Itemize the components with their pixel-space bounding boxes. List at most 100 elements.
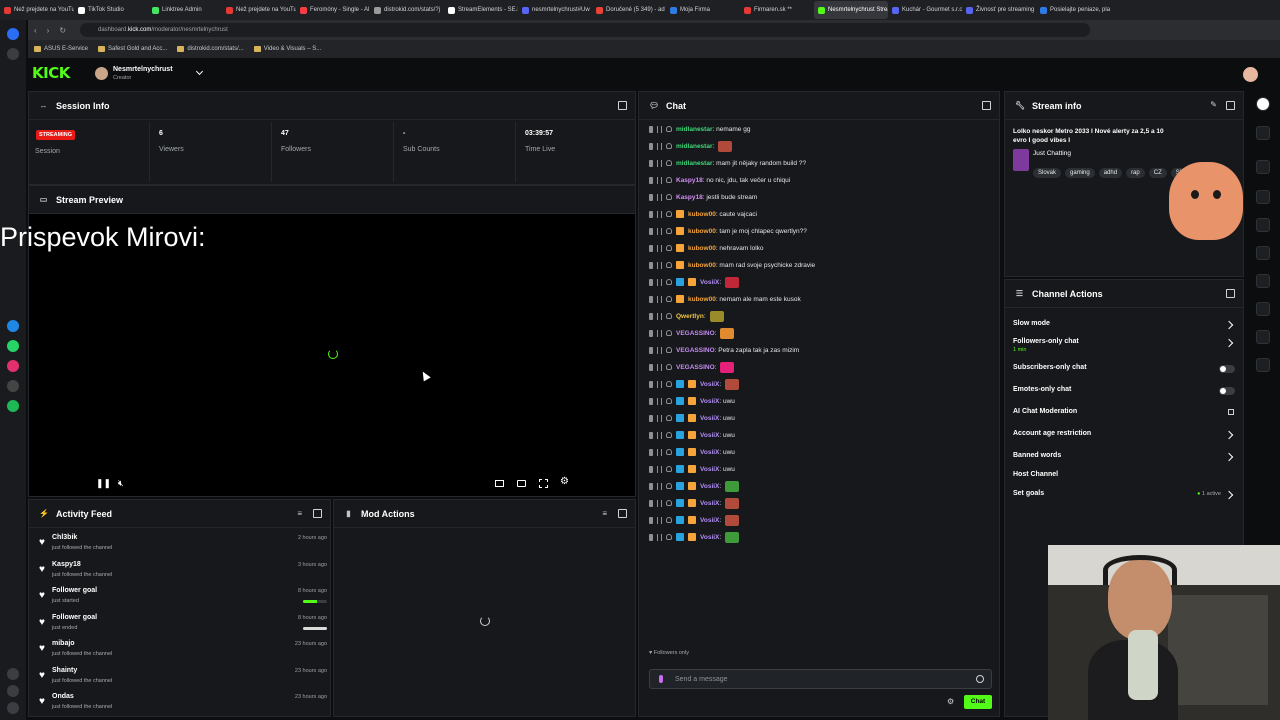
timeout-icon[interactable] [657, 363, 662, 371]
channel-action-item[interactable]: Emotes-only chat [1013, 386, 1235, 406]
ban-icon[interactable] [666, 381, 672, 387]
delete-icon[interactable] [649, 278, 653, 286]
stream-tag[interactable]: Slovak [1033, 168, 1062, 178]
document-icon[interactable] [1256, 218, 1270, 232]
browser-tab[interactable]: Než prejdete na YouTu [222, 1, 296, 19]
delete-icon[interactable] [649, 533, 653, 541]
browser-tab[interactable]: Moja Firma [666, 1, 740, 19]
chat-username[interactable]: VEGASSINO [676, 347, 715, 354]
x-icon[interactable] [7, 380, 19, 392]
ban-icon[interactable] [666, 466, 672, 472]
chat-username[interactable]: kubow00 [688, 228, 716, 235]
timeout-icon[interactable] [657, 516, 662, 524]
ban-icon[interactable] [666, 500, 672, 506]
timeout-icon[interactable] [657, 261, 662, 269]
forward-icon[interactable]: › [47, 26, 50, 35]
timeout-icon[interactable] [657, 329, 662, 337]
ban-icon[interactable] [666, 126, 672, 132]
ban-icon[interactable] [666, 160, 672, 166]
browser-tab[interactable]: Kuchár - Gourmet s.r.o [888, 1, 962, 19]
timeout-icon[interactable] [657, 227, 662, 235]
chat-username[interactable]: VosiiX [700, 500, 719, 507]
timeout-icon[interactable] [657, 159, 662, 167]
toggle-switch[interactable] [1219, 387, 1235, 395]
browser-tab[interactable]: Živnosť pre streaming [962, 1, 1036, 19]
popout-icon[interactable] [618, 101, 627, 110]
toggle-switch[interactable] [1219, 365, 1235, 373]
chat-username[interactable]: kubow00 [688, 262, 716, 269]
stream-tag[interactable]: CZ [1148, 168, 1167, 178]
timeout-icon[interactable] [657, 193, 662, 201]
delete-icon[interactable] [649, 482, 653, 490]
popout-icon[interactable] [982, 101, 991, 110]
chat-username[interactable]: VosiiX [700, 534, 719, 541]
bolt-icon[interactable] [1256, 190, 1270, 204]
messenger-icon[interactable] [7, 320, 19, 332]
channel-action-item[interactable]: Banned words [1013, 452, 1235, 472]
timeout-icon[interactable] [657, 142, 662, 150]
ban-icon[interactable] [666, 262, 672, 268]
browser-tab[interactable]: Nesmrtelnychrust Stream [814, 1, 888, 19]
stream-tag[interactable]: gaming [1065, 168, 1095, 178]
back-icon[interactable]: ‹ [34, 26, 37, 35]
ban-icon[interactable] [666, 449, 672, 455]
delete-icon[interactable] [649, 516, 653, 524]
delete-icon[interactable] [649, 363, 653, 371]
timeout-icon[interactable] [657, 380, 662, 388]
kick-logo[interactable]: KICK [32, 64, 70, 82]
chat-username[interactable]: VosiiX [700, 432, 719, 439]
chat-username[interactable]: Qwertlyn [676, 313, 704, 320]
stream-icon[interactable] [1256, 160, 1270, 174]
timeout-icon[interactable] [657, 448, 662, 456]
timeout-icon[interactable] [657, 312, 662, 320]
timeout-icon[interactable] [657, 533, 662, 541]
delete-icon[interactable] [649, 159, 653, 167]
ban-icon[interactable] [666, 483, 672, 489]
delete-icon[interactable] [649, 448, 653, 456]
delete-icon[interactable] [649, 380, 653, 388]
channel-action-item[interactable]: Subscribers-only chat [1013, 364, 1235, 384]
timeout-icon[interactable] [657, 346, 662, 354]
wrench-icon[interactable] [1256, 330, 1270, 344]
ban-icon[interactable] [666, 347, 672, 353]
delete-icon[interactable] [649, 329, 653, 337]
browser-tab[interactable]: StreamElements - SE.P [444, 1, 518, 19]
timeout-icon[interactable] [657, 397, 662, 405]
chat-username[interactable]: kubow00 [688, 296, 716, 303]
stream-tag[interactable]: adhd [1098, 168, 1123, 178]
chat-username[interactable]: kubow00 [688, 211, 716, 218]
chat-username[interactable]: VosiiX [700, 449, 719, 456]
delete-icon[interactable] [649, 465, 653, 473]
chat-icon[interactable] [1256, 246, 1270, 260]
info-icon[interactable] [1256, 97, 1270, 111]
delete-icon[interactable] [649, 142, 653, 150]
channel-action-item[interactable]: Account age restriction [1013, 430, 1235, 450]
chat-username[interactable]: VEGASSINO [676, 330, 715, 337]
browser-tab[interactable]: nesmrtelnychrust#Uw [518, 1, 592, 19]
avatar[interactable] [95, 67, 108, 80]
delete-icon[interactable] [649, 397, 653, 405]
ban-icon[interactable] [666, 517, 672, 523]
channel-action-item[interactable]: Set goals ● 1 active [1013, 490, 1235, 510]
browser-tab[interactable]: Než prejdete na YouTube [0, 1, 74, 19]
instagram-icon[interactable] [7, 360, 19, 372]
wave-icon[interactable] [1256, 274, 1270, 288]
timeout-icon[interactable] [657, 499, 662, 507]
stream-tag[interactable]: rap [1126, 168, 1145, 178]
address-bar[interactable]: dashboard.kick.com/moderator/nesmrtelnyc… [80, 23, 1090, 37]
chat-username[interactable]: kubow00 [688, 245, 716, 252]
browser-tab[interactable]: Feromóny - Single - Al [296, 1, 370, 19]
chat-username[interactable]: VosiiX [700, 517, 719, 524]
channel-action-item[interactable]: Followers-only chat 1 min [1013, 338, 1235, 358]
browser-tab[interactable]: Firmaren.sk ** [740, 1, 814, 19]
chat-username[interactable]: VosiiX [700, 466, 719, 473]
profile-avatar[interactable] [1243, 67, 1258, 82]
ban-icon[interactable] [666, 432, 672, 438]
share-icon[interactable] [1256, 358, 1270, 372]
chat-username[interactable]: VosiiX [700, 483, 719, 490]
ban-icon[interactable] [666, 245, 672, 251]
timeout-icon[interactable] [657, 278, 662, 286]
bookmark-item[interactable]: distrokid.com/stats/... [177, 46, 244, 52]
theater-icon[interactable] [517, 480, 526, 487]
channel-action-item[interactable]: Host Channel [1013, 471, 1235, 491]
